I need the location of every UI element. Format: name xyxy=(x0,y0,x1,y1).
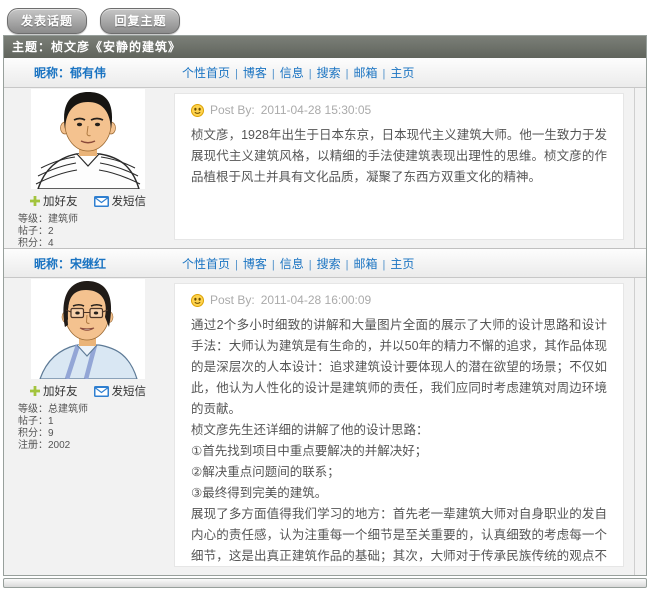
post-header: 昵称：郁有伟 个性首页 | 博客 | 信息 | 搜索 | 邮箱 | 主页 xyxy=(4,58,646,88)
add-friend-label: 加好友 xyxy=(43,383,78,399)
toolbar: 发表话题 回复主题 xyxy=(0,0,650,35)
user-links: 个性首页 | 博客 | 信息 | 搜索 | 邮箱 | 主页 xyxy=(177,64,419,81)
post-topic-button[interactable]: 发表话题 xyxy=(7,8,87,34)
user-stats: 等级：总建筑师 帖子：1 积分：9 注册：2002 xyxy=(18,404,172,452)
post-card: Post By: 2011-04-28 16:00:09 通过2个多小时细致的讲… xyxy=(174,283,624,567)
link-blog[interactable]: 博客 xyxy=(243,257,267,271)
post-header: 昵称：宋继红 个性首页 | 博客 | 信息 | 搜索 | 邮箱 | 主页 xyxy=(4,248,646,278)
nickname-label: 昵称：宋继红 xyxy=(34,255,177,272)
envelope-icon xyxy=(94,196,109,207)
link-personal-home[interactable]: 个性首页 xyxy=(182,66,230,80)
nickname-prefix: 昵称： xyxy=(34,66,70,80)
post-meta: Post By: 2011-04-28 16:00:09 xyxy=(191,290,607,310)
paragraph: 桢文彦，1928年出生于日本东京，日本现代主义建筑大师。他一生致力于发展现代主义… xyxy=(191,125,607,188)
post-content-cell: Post By: 2011-04-28 16:00:09 通过2个多小时细致的讲… xyxy=(172,278,635,575)
link-info[interactable]: 信息 xyxy=(280,257,304,271)
post-time: 2011-04-28 16:00:09 xyxy=(261,293,372,307)
avatar-image xyxy=(31,279,145,379)
nickname: 宋继红 xyxy=(70,257,106,271)
avatar xyxy=(31,279,145,379)
post-body: 加好友 发短信 等级：总建筑师 帖子：1 积分：9 xyxy=(4,278,646,575)
link-separator: | xyxy=(346,259,349,271)
send-message-label: 发短信 xyxy=(112,383,147,399)
send-message-button[interactable]: 发短信 xyxy=(94,193,147,209)
nickname-prefix: 昵称： xyxy=(34,257,70,271)
paragraph: ③最终得到完美的建筑。 xyxy=(191,483,607,504)
link-separator: | xyxy=(346,68,349,80)
author-actions: 加好友 发短信 xyxy=(4,193,172,209)
stat-points: 积分：9 xyxy=(18,428,172,440)
post-by-prefix: Post By: xyxy=(210,103,255,117)
post-content: 桢文彦，1928年出生于日本东京，日本现代主义建筑大师。他一生致力于发展现代主义… xyxy=(191,125,607,188)
nickname-label: 昵称：郁有伟 xyxy=(34,64,177,81)
stat-registered: 注册：2002 xyxy=(18,440,172,452)
author-actions: 加好友 发短信 xyxy=(4,383,172,399)
post-content: 通过2个多小时细致的讲解和大量图片全面的展示了大师的设计思路和设计手法：大师认为… xyxy=(191,315,607,567)
stat-posts: 帖子：2 xyxy=(18,226,172,238)
stat-points: 积分：4 xyxy=(18,238,172,248)
paragraph: ①首先找到项目中重点要解决的并解决好； xyxy=(191,441,607,462)
smiley-icon xyxy=(191,294,204,307)
link-mail[interactable]: 邮箱 xyxy=(354,66,378,80)
reply-topic-button[interactable]: 回复主题 xyxy=(100,8,180,34)
thread-title: 主题：桢文彦《安静的建筑》 xyxy=(12,40,181,54)
avatar xyxy=(31,89,145,189)
link-info[interactable]: 信息 xyxy=(280,66,304,80)
thread-container: 主题：桢文彦《安静的建筑》 昵称：郁有伟 个性首页|博客|信息|搜索|邮箱|主页 xyxy=(3,35,647,576)
stat-posts: 帖子：1 xyxy=(18,416,172,428)
avatar-image xyxy=(31,89,145,189)
post-author-panel: 加好友 发短信 等级：建筑师 帖子：2 积分：4 注 xyxy=(4,88,172,248)
plus-icon xyxy=(30,196,40,206)
add-friend-button[interactable]: 加好友 xyxy=(30,193,78,209)
link-separator: | xyxy=(235,259,238,271)
link-separator: | xyxy=(383,259,386,271)
link-search[interactable]: 搜索 xyxy=(317,66,341,80)
link-blog[interactable]: 博客 xyxy=(243,66,267,80)
link-separator: | xyxy=(309,68,312,80)
post-card: Post By: 2011-04-28 15:30:05 桢文彦，1928年出生… xyxy=(174,93,624,240)
post-content-cell: Post By: 2011-04-28 15:30:05 桢文彦，1928年出生… xyxy=(172,88,635,248)
footer-bar xyxy=(3,578,647,588)
post-meta: Post By: 2011-04-28 15:30:05 xyxy=(191,100,607,120)
add-friend-label: 加好友 xyxy=(43,193,78,209)
link-search[interactable]: 搜索 xyxy=(317,257,341,271)
send-message-button[interactable]: 发短信 xyxy=(94,383,147,399)
thread-title-bar: 主题：桢文彦《安静的建筑》 xyxy=(4,36,646,58)
link-separator: | xyxy=(272,259,275,271)
envelope-icon xyxy=(94,386,109,397)
paragraph: 桢文彦先生还详细的讲解了他的设计思路： xyxy=(191,420,607,441)
link-separator: | xyxy=(383,68,386,80)
link-separator: | xyxy=(272,68,275,80)
smiley-icon xyxy=(191,104,204,117)
link-home[interactable]: 主页 xyxy=(390,257,414,271)
post-author-panel: 加好友 发短信 等级：总建筑师 帖子：1 积分：9 xyxy=(4,278,172,575)
link-separator: | xyxy=(235,68,238,80)
send-message-label: 发短信 xyxy=(112,193,147,209)
paragraph: ②解决重点问题间的联系； xyxy=(191,462,607,483)
paragraph: 展现了多方面值得我们学习的地方：首先老一辈建筑大师对自身职业的发自内心的责任感，… xyxy=(191,504,607,567)
paragraph: 通过2个多小时细致的讲解和大量图片全面的展示了大师的设计思路和设计手法：大师认为… xyxy=(191,315,607,420)
link-home[interactable]: 主页 xyxy=(390,66,414,80)
link-separator: | xyxy=(309,259,312,271)
add-friend-button[interactable]: 加好友 xyxy=(30,383,78,399)
link-mail[interactable]: 邮箱 xyxy=(354,257,378,271)
post-body: 加好友 发短信 等级：建筑师 帖子：2 积分：4 注 xyxy=(4,88,646,248)
plus-icon xyxy=(30,386,40,396)
nickname: 郁有伟 xyxy=(70,66,106,80)
stat-level: 等级：总建筑师 xyxy=(18,404,172,416)
post-by-prefix: Post By: xyxy=(210,293,255,307)
user-stats: 等级：建筑师 帖子：2 积分：4 注册：2007 xyxy=(18,214,172,248)
post-section: 昵称：宋继红 个性首页 | 博客 | 信息 | 搜索 | 邮箱 | 主页 xyxy=(4,248,646,575)
post-section: 昵称：郁有伟 个性首页 | 博客 | 信息 | 搜索 | 邮箱 | 主页 xyxy=(4,58,646,248)
link-personal-home[interactable]: 个性首页 xyxy=(182,257,230,271)
stat-level: 等级：建筑师 xyxy=(18,214,172,226)
post-time: 2011-04-28 15:30:05 xyxy=(261,103,372,117)
user-links: 个性首页 | 博客 | 信息 | 搜索 | 邮箱 | 主页 xyxy=(177,255,419,272)
